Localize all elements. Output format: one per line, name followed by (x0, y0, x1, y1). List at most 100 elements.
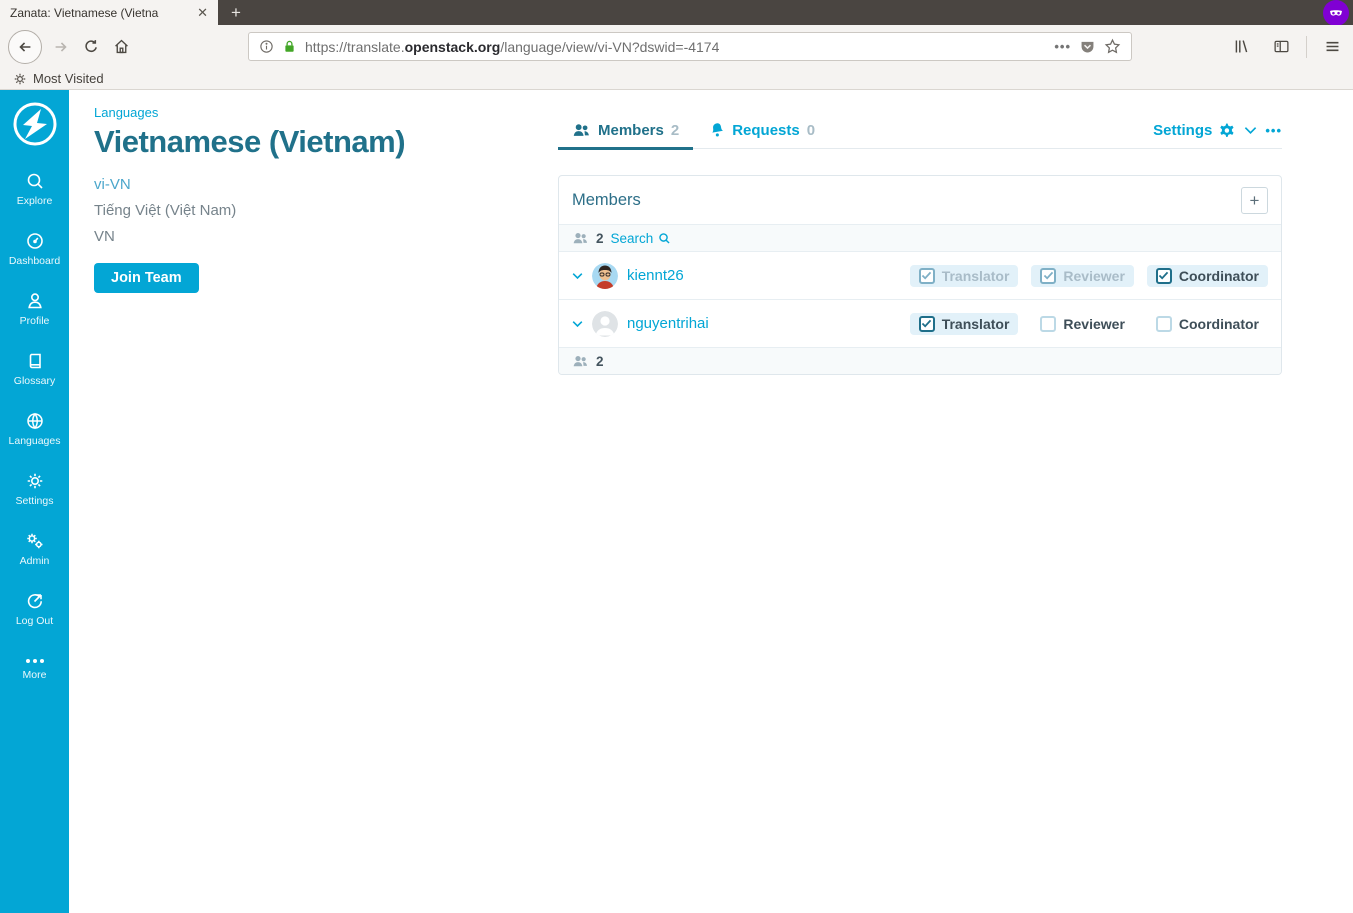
sidebar-item-explore[interactable]: Explore (0, 159, 69, 219)
sidebar-toggle-button[interactable] (1266, 32, 1296, 62)
zanata-logo[interactable] (11, 100, 59, 153)
member-row: nguyentrihai Translator Reviewer Coordin… (559, 299, 1281, 347)
avatar[interactable] (592, 310, 618, 337)
members-card: Members + 2 Search kiennt26 Translator R… (558, 175, 1282, 375)
new-tab-button[interactable]: + (218, 0, 254, 25)
bookmark-most-visited[interactable]: Most Visited (33, 71, 104, 86)
members-card-header: Members + (559, 176, 1281, 224)
member-roles: Translator Reviewer Coordinator (909, 312, 1268, 335)
members-card-title: Members (572, 190, 641, 209)
logout-icon (27, 594, 42, 609)
mask-icon (1330, 10, 1342, 16)
bookmarks-bar: Most Visited (0, 68, 1353, 90)
search-members-link[interactable]: Search (611, 231, 672, 246)
panel-tabstrip: Members 2 Requests 0 Settings ••• (558, 112, 1282, 150)
library-button[interactable] (1226, 32, 1256, 62)
tab-close-icon[interactable]: ✕ (195, 5, 210, 21)
browser-tab-bar: Zanata: Vietnamese (Vietna ✕ + (0, 0, 1353, 26)
avatar[interactable] (592, 262, 618, 289)
sidebar-item-languages[interactable]: Languages (0, 399, 69, 459)
user-icon (27, 293, 42, 309)
app-window: Explore Dashboard Profile Glossary Langu… (0, 90, 1353, 913)
checkbox-icon (1155, 267, 1172, 284)
gear-icon (1220, 123, 1234, 137)
sidebar-item-more[interactable]: More (0, 639, 69, 699)
role-reviewer-checkbox[interactable]: Reviewer (1031, 264, 1134, 287)
search-icon (659, 232, 670, 244)
panel-actions: Settings ••• (1153, 112, 1282, 148)
add-member-button[interactable]: + (1241, 186, 1268, 214)
tab-title: Zanata: Vietnamese (Vietna (10, 5, 159, 20)
member-username[interactable]: kiennt26 (627, 267, 684, 284)
locale-code: vi-VN (94, 176, 131, 193)
home-icon (114, 39, 128, 54)
members-section: Members 2 Requests 0 Settings ••• Member… (558, 112, 1282, 375)
role-translator-checkbox[interactable]: Translator (909, 312, 1019, 335)
page-actions-button[interactable]: ••• (1054, 39, 1071, 54)
lock-icon[interactable] (282, 39, 297, 54)
region-code: VN (94, 228, 115, 245)
zanata-logo-icon (13, 102, 56, 146)
bell-icon (712, 123, 724, 137)
member-roles: Translator Reviewer Coordinator (909, 264, 1268, 287)
url-bar[interactable]: https://translate.openstack.org/language… (248, 32, 1132, 61)
users-icon (572, 354, 589, 369)
checkbox-icon (1040, 267, 1057, 284)
sidebar-item-dashboard[interactable]: Dashboard (0, 219, 69, 279)
globe-icon (26, 412, 43, 430)
pocket-icon[interactable] (1079, 38, 1096, 55)
tab-members-label: Members (598, 121, 664, 139)
member-row: kiennt26 Translator Reviewer Coordinator (559, 251, 1281, 299)
tab-requests-label: Requests (732, 121, 800, 139)
breadcrumb-languages[interactable]: Languages (94, 105, 514, 120)
tab-members-count: 2 (670, 121, 680, 139)
menu-button[interactable] (1317, 32, 1347, 62)
hamburger-icon (1326, 41, 1338, 52)
back-arrow-icon (19, 41, 31, 52)
sidebar-item-logout[interactable]: Log Out (0, 579, 69, 639)
checkbox-icon (918, 315, 935, 332)
forward-button[interactable] (46, 32, 76, 62)
forward-arrow-icon (55, 41, 67, 52)
main-content: Languages Vietnamese (Vietnam) vi-VN Tiế… (69, 90, 1353, 913)
library-icon (1235, 40, 1247, 53)
member-username[interactable]: nguyentrihai (627, 315, 709, 332)
back-button[interactable] (8, 29, 42, 64)
role-reviewer-checkbox[interactable]: Reviewer (1031, 313, 1133, 335)
members-footer-row: 2 (559, 347, 1281, 374)
page-title: Vietnamese (Vietnam) (94, 124, 406, 159)
sidebar-item-settings[interactable]: Settings (0, 459, 69, 519)
checkbox-icon (1040, 315, 1057, 332)
join-team-button[interactable]: Join Team (94, 263, 199, 293)
role-coordinator-checkbox[interactable]: Coordinator (1146, 264, 1268, 287)
expand-member-chevron-icon[interactable] (572, 320, 583, 328)
reload-button[interactable] (76, 32, 106, 62)
home-button[interactable] (106, 32, 136, 62)
toolbar-right (1226, 25, 1347, 68)
toolbar-divider (1306, 35, 1307, 58)
reload-icon (84, 40, 97, 53)
sidebar-item-glossary[interactable]: Glossary (0, 339, 69, 399)
page-info-icon[interactable] (259, 39, 274, 54)
members-count: 2 (596, 230, 604, 246)
gear-icon (27, 473, 42, 489)
users-icon (572, 231, 589, 246)
members-toolbar-row: 2 Search (559, 224, 1281, 251)
tab-requests[interactable]: Requests 0 (693, 112, 829, 148)
bookmark-star-icon[interactable] (1104, 38, 1121, 55)
settings-link[interactable]: Settings (1153, 122, 1236, 139)
sidebar-item-admin[interactable]: Admin (0, 519, 69, 579)
users-icon (573, 123, 589, 136)
ellipsis-icon (25, 659, 44, 663)
more-options-button[interactable]: ••• (1265, 123, 1282, 138)
sidebar-item-profile[interactable]: Profile (0, 279, 69, 339)
role-coordinator-checkbox[interactable]: Coordinator (1147, 313, 1268, 335)
sidebar-panel-icon (1273, 40, 1289, 53)
browser-tab[interactable]: Zanata: Vietnamese (Vietna ✕ (0, 0, 218, 25)
role-translator-checkbox[interactable]: Translator (909, 264, 1019, 287)
tab-members[interactable]: Members 2 (558, 112, 694, 150)
expand-member-chevron-icon[interactable] (572, 272, 583, 280)
chevron-down-icon[interactable] (1244, 126, 1257, 135)
dashboard-icon (26, 233, 43, 249)
gears-icon (26, 533, 42, 549)
